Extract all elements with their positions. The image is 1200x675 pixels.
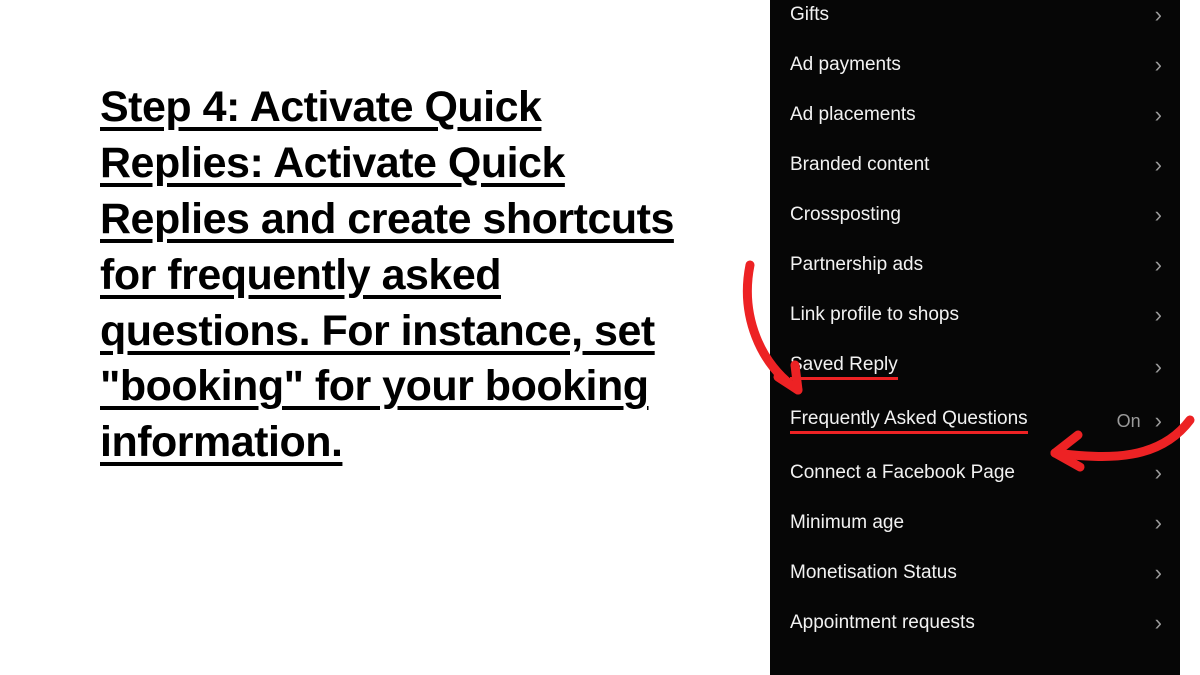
step-heading: Step 4: Activate Quick Replies: Activate… bbox=[100, 80, 710, 471]
chevron-right-icon: › bbox=[1155, 4, 1162, 26]
menu-label: Frequently Asked Questions bbox=[790, 408, 1028, 434]
menu-item-partnership-ads[interactable]: Partnership ads › bbox=[770, 240, 1180, 290]
menu-label: Gifts bbox=[790, 4, 829, 26]
menu-label: Crossposting bbox=[790, 204, 901, 226]
faq-status: On bbox=[1117, 411, 1141, 432]
menu-item-connect-facebook[interactable]: Connect a Facebook Page › bbox=[770, 448, 1180, 498]
chevron-right-icon: › bbox=[1155, 304, 1162, 326]
menu-label: Ad placements bbox=[790, 104, 916, 126]
instruction-panel: Step 4: Activate Quick Replies: Activate… bbox=[0, 0, 740, 675]
menu-item-branded-content[interactable]: Branded content › bbox=[770, 140, 1180, 190]
menu-label: Appointment requests bbox=[790, 612, 975, 634]
chevron-right-icon: › bbox=[1155, 104, 1162, 126]
menu-item-gifts[interactable]: Gifts › bbox=[770, 0, 1180, 40]
menu-item-crossposting[interactable]: Crossposting › bbox=[770, 190, 1180, 240]
chevron-right-icon: › bbox=[1155, 462, 1162, 484]
menu-item-faq[interactable]: Frequently Asked Questions On › bbox=[770, 394, 1180, 448]
tutorial-slide: Step 4: Activate Quick Replies: Activate… bbox=[0, 0, 1200, 675]
chevron-right-icon: › bbox=[1155, 154, 1162, 176]
chevron-right-icon: › bbox=[1155, 512, 1162, 534]
menu-label: Partnership ads bbox=[790, 254, 923, 276]
menu-item-ad-placements[interactable]: Ad placements › bbox=[770, 90, 1180, 140]
menu-item-right: On › bbox=[1117, 410, 1162, 432]
menu-item-appointment-requests[interactable]: Appointment requests › bbox=[770, 598, 1180, 648]
menu-label: Minimum age bbox=[790, 512, 904, 534]
chevron-right-icon: › bbox=[1155, 410, 1162, 432]
menu-label: Branded content bbox=[790, 154, 929, 176]
screenshot-panel: Gifts › Ad payments › Ad placements › Br… bbox=[740, 0, 1170, 675]
menu-label: Link profile to shops bbox=[790, 304, 959, 326]
chevron-right-icon: › bbox=[1155, 204, 1162, 226]
chevron-right-icon: › bbox=[1155, 562, 1162, 584]
chevron-right-icon: › bbox=[1155, 54, 1162, 76]
chevron-right-icon: › bbox=[1155, 356, 1162, 378]
menu-label: Monetisation Status bbox=[790, 562, 957, 584]
chevron-right-icon: › bbox=[1155, 612, 1162, 634]
menu-item-monetisation-status[interactable]: Monetisation Status › bbox=[770, 548, 1180, 598]
settings-menu: Gifts › Ad payments › Ad placements › Br… bbox=[770, 0, 1180, 675]
menu-item-link-profile-shops[interactable]: Link profile to shops › bbox=[770, 290, 1180, 340]
menu-item-minimum-age[interactable]: Minimum age › bbox=[770, 498, 1180, 548]
menu-label: Ad payments bbox=[790, 54, 901, 76]
menu-label: Connect a Facebook Page bbox=[790, 462, 1015, 484]
menu-item-saved-reply[interactable]: Saved Reply › bbox=[770, 340, 1180, 394]
menu-label: Saved Reply bbox=[790, 354, 898, 380]
chevron-right-icon: › bbox=[1155, 254, 1162, 276]
menu-item-ad-payments[interactable]: Ad payments › bbox=[770, 40, 1180, 90]
